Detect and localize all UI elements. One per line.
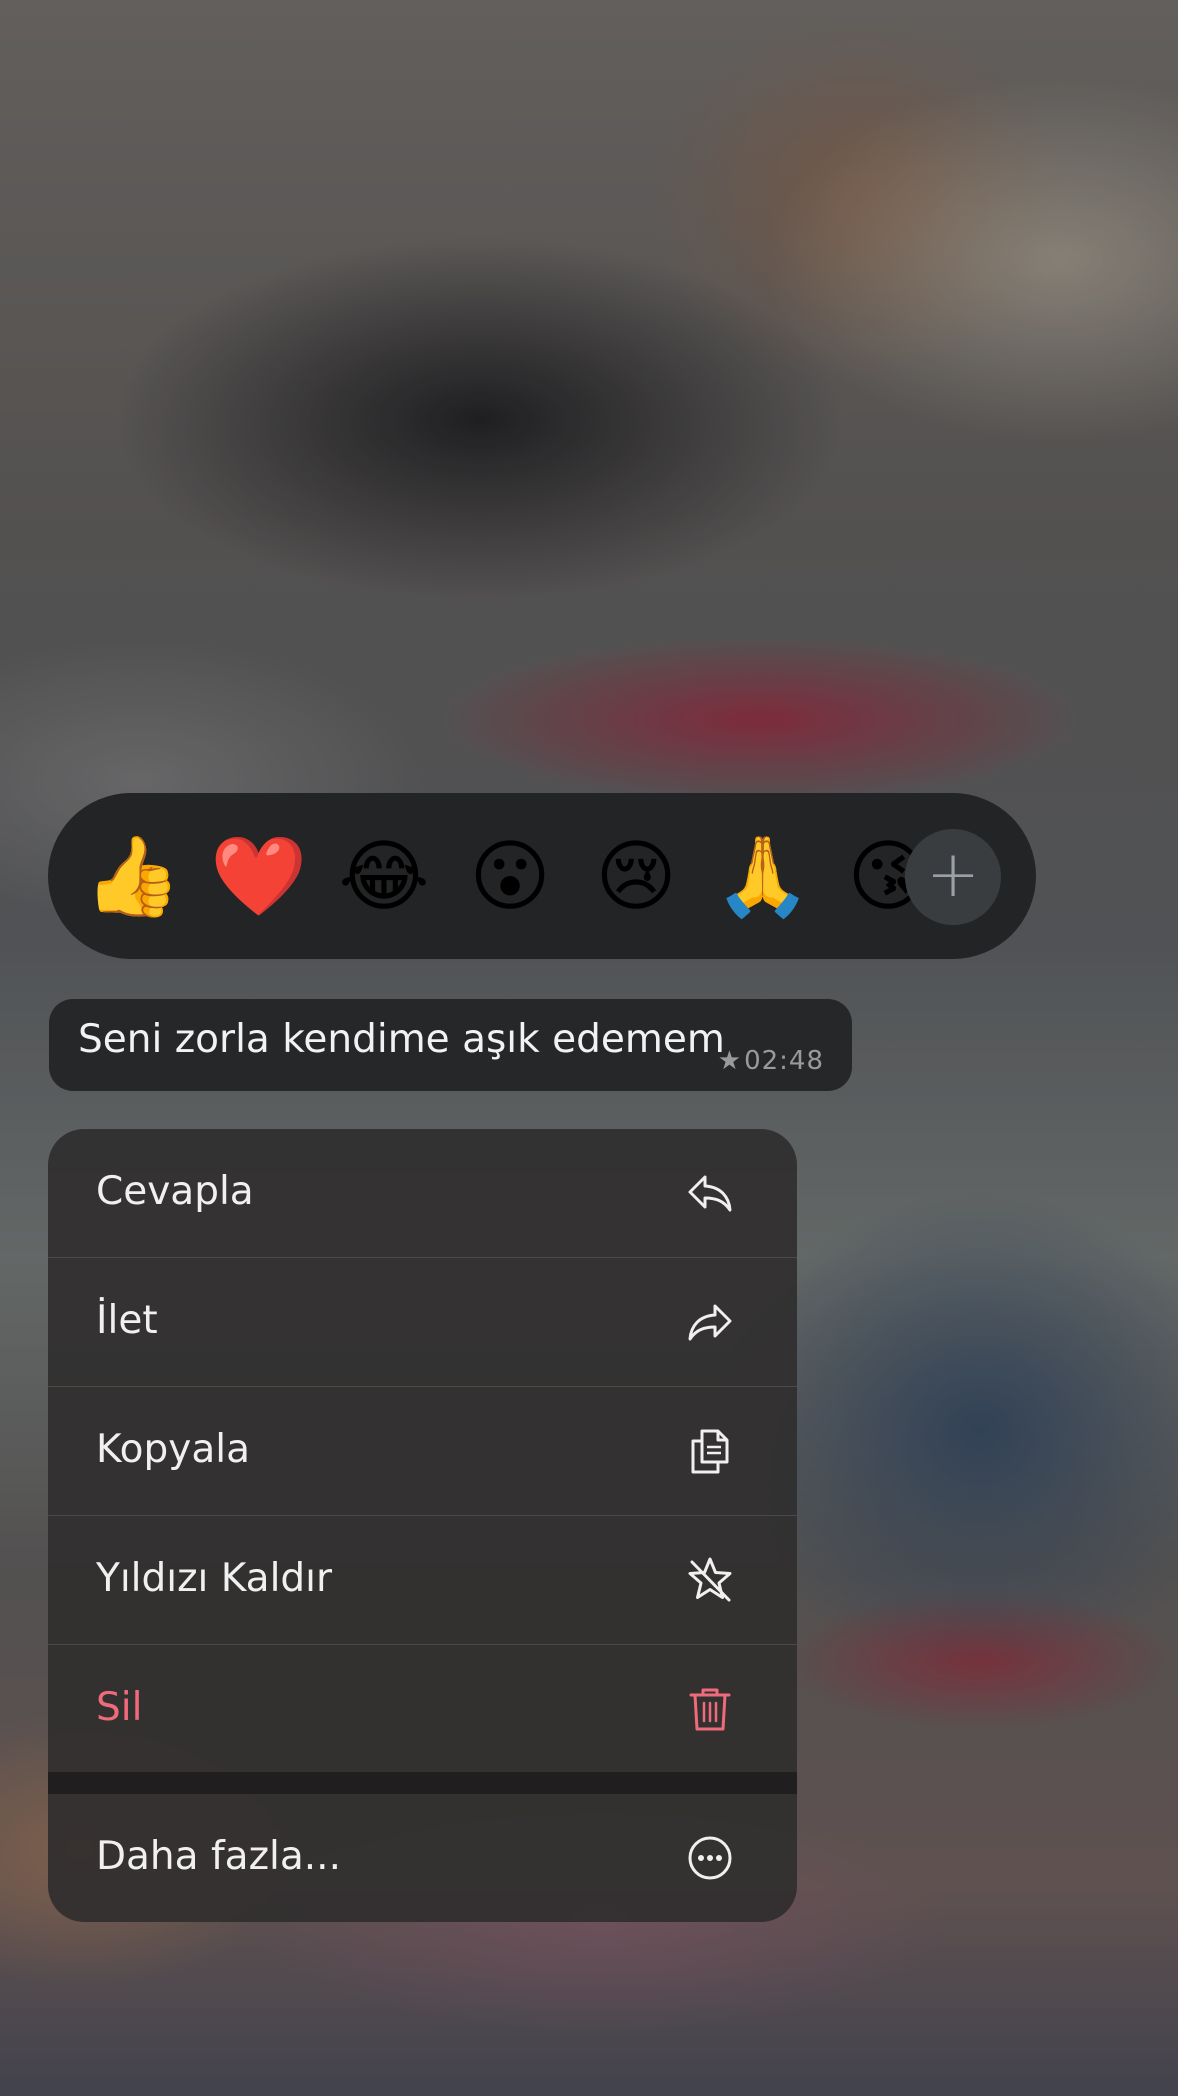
menu-item-forward[interactable]: İlet	[48, 1258, 797, 1386]
reaction-surprised[interactable]: 😮	[462, 829, 558, 925]
menu-item-label: Cevapla	[96, 1169, 254, 1214]
forward-icon	[688, 1304, 732, 1341]
menu-item-more[interactable]: Daha fazla...	[48, 1794, 797, 1922]
reaction-bar: 👍 ❤️ 😂 😮 😢 🙏 😘 +	[48, 793, 1036, 959]
reply-icon	[688, 1175, 732, 1212]
trash-icon	[689, 1688, 731, 1731]
message-time: 02:48	[744, 1046, 824, 1076]
menu-item-reply[interactable]: Cevapla	[48, 1129, 797, 1257]
message-meta: ★02:48	[718, 1046, 824, 1076]
copy-icon	[691, 1429, 729, 1474]
menu-item-delete[interactable]: Sil	[48, 1645, 797, 1773]
menu-item-label: Yıldızı Kaldır	[96, 1556, 333, 1601]
menu-section-separator	[48, 1772, 797, 1794]
unstar-icon	[688, 1557, 732, 1602]
reaction-heart[interactable]: ❤️	[210, 829, 307, 925]
menu-item-label: İlet	[96, 1298, 158, 1343]
menu-item-label: Kopyala	[96, 1427, 250, 1472]
star-icon: ★	[717, 1046, 743, 1076]
menu-item-copy[interactable]: Kopyala	[48, 1387, 797, 1515]
reaction-laughing[interactable]: 😂	[336, 829, 432, 925]
more-reactions-button[interactable]: +	[905, 829, 1001, 925]
message-text: Seni zorla kendime aşık edemem	[78, 1017, 725, 1062]
message-bubble: Seni zorla kendime aşık edemem ★02:48	[49, 999, 852, 1091]
menu-item-label: Sil	[96, 1685, 143, 1730]
reaction-crying[interactable]: 😢	[588, 829, 684, 925]
more-icon	[688, 1836, 732, 1880]
message-context-menu: Cevapla İlet Kopyala Yıldızı Kaldır Sil	[48, 1129, 797, 1922]
menu-item-unstar[interactable]: Yıldızı Kaldır	[48, 1516, 797, 1644]
menu-item-label: Daha fazla...	[96, 1834, 341, 1879]
reaction-thumbs-up[interactable]: 👍	[84, 829, 181, 925]
reaction-praying[interactable]: 🙏	[714, 829, 811, 925]
